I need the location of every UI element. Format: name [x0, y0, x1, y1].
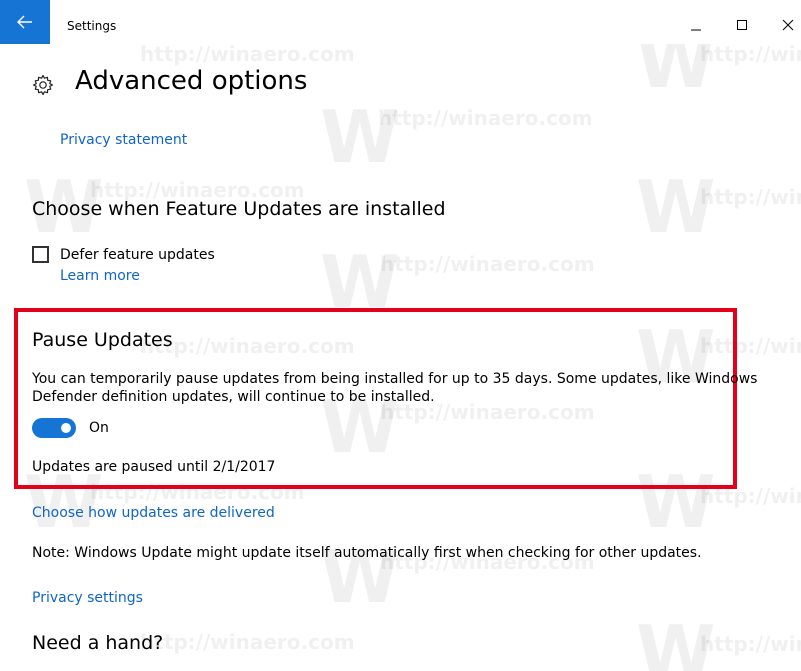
back-button[interactable]	[0, 0, 50, 44]
title-bar: Settings	[0, 0, 801, 44]
privacy-settings-link[interactable]: Privacy settings	[32, 590, 143, 606]
need-a-hand-heading: Need a hand?	[32, 632, 164, 654]
watermark-text: http://winaero.com	[140, 42, 355, 66]
back-arrow-icon	[17, 15, 32, 29]
watermark-text: http://winaero.com	[140, 630, 355, 654]
page-title: Advanced options	[75, 66, 308, 96]
watermark-text: http://winaero.com	[378, 106, 593, 130]
toggle-knob	[61, 423, 71, 433]
watermark-text: http://winaero.com	[700, 185, 801, 209]
gear-icon	[32, 74, 54, 96]
maximize-icon	[737, 20, 747, 30]
maximize-button[interactable]	[722, 10, 762, 40]
window-title: Settings	[67, 19, 117, 33]
privacy-statement-link[interactable]: Privacy statement	[60, 132, 187, 148]
defer-feature-updates-checkbox[interactable]	[32, 246, 49, 263]
choose-delivery-link[interactable]: Choose how updates are delivered	[32, 505, 275, 521]
settings-window: W http://winaero.com http://winaero.com …	[0, 0, 801, 671]
defer-feature-updates-label: Defer feature updates	[60, 247, 215, 263]
pause-updates-description: Defender definition updates, will contin…	[32, 389, 435, 405]
watermark-text: http://winaero.com	[700, 42, 801, 66]
minimize-button[interactable]	[676, 10, 716, 40]
minimize-icon	[691, 29, 701, 31]
watermark-logo: W	[636, 610, 716, 671]
feature-updates-heading: Choose when Feature Updates are installe…	[32, 198, 446, 220]
update-note-text: Note: Windows Update might update itself…	[32, 545, 702, 561]
watermark-logo: W	[320, 95, 400, 179]
close-button[interactable]	[768, 10, 801, 40]
toggle-state-label: On	[89, 420, 109, 436]
watermark-text: http://winaero.com	[700, 632, 801, 656]
pause-updates-description: You can temporarily pause updates from b…	[32, 371, 758, 387]
pause-updates-heading: Pause Updates	[32, 329, 173, 351]
watermark-logo: W	[636, 165, 716, 249]
learn-more-link[interactable]: Learn more	[60, 268, 140, 284]
pause-status-text: Updates are paused until 2/1/2017	[32, 459, 276, 475]
close-icon	[782, 19, 794, 31]
pause-updates-toggle[interactable]	[32, 418, 76, 438]
watermark-text: http://winaero.com	[380, 252, 595, 276]
